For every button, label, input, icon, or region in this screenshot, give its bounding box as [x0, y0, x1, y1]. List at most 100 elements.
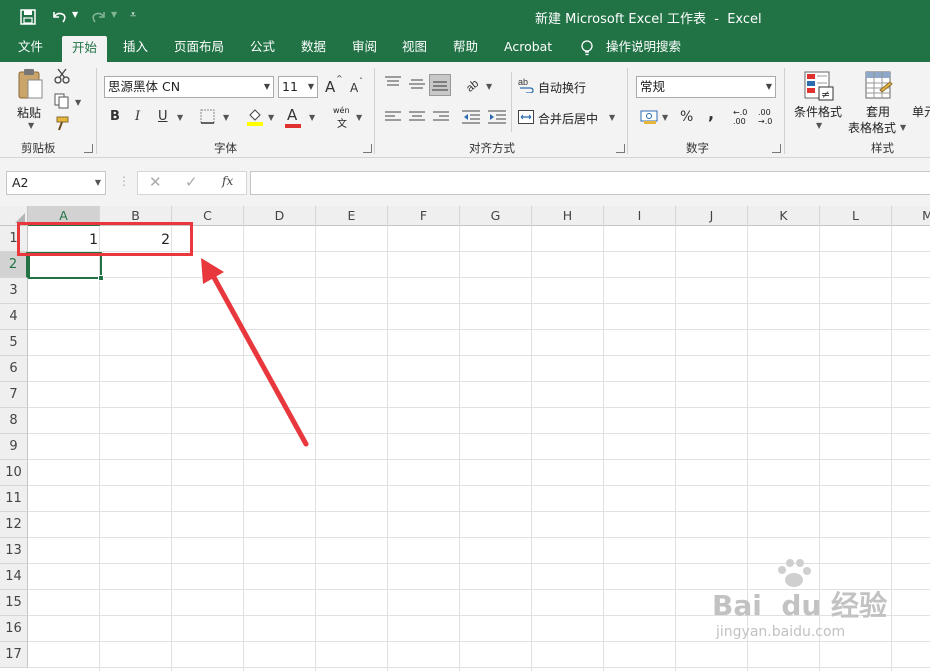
format-as-table-top[interactable]: 套用	[866, 103, 890, 120]
number-launcher-icon[interactable]	[772, 144, 781, 153]
align-center-icon[interactable]	[409, 111, 425, 123]
redo-icon[interactable]	[90, 9, 108, 25]
conditional-formatting-button[interactable]: 条件格式	[794, 103, 842, 120]
svg-text:ab: ab	[518, 77, 528, 87]
ribbon: 粘贴 ▼ ▼ 剪贴板 思源黑体 CN ▼ 11 ▼ A ^ A ˇ B I U …	[0, 62, 930, 158]
phonetic-dropdown-icon[interactable]: ▼	[356, 113, 362, 122]
paste-label[interactable]: 粘贴	[17, 104, 41, 121]
watermark-url: jingyan.baidu.com	[716, 624, 846, 640]
font-size-select[interactable]: 11 ▼	[278, 76, 318, 98]
format-as-table-dropdown-icon[interactable]: ▼	[900, 123, 906, 132]
tab-review[interactable]: 审阅	[348, 34, 381, 62]
align-left-icon[interactable]	[385, 111, 401, 123]
tell-me-search[interactable]: 操作说明搜索	[602, 34, 685, 62]
paste-icon[interactable]	[16, 68, 44, 100]
align-middle-icon[interactable]	[409, 78, 425, 90]
group-separator	[511, 72, 512, 132]
merge-dropdown-icon[interactable]: ▼	[609, 113, 615, 122]
underline-dropdown-icon[interactable]: ▼	[177, 113, 183, 122]
alignment-launcher-icon[interactable]	[616, 144, 625, 153]
undo-dropdown-icon[interactable]: ▼	[72, 10, 78, 19]
borders-icon[interactable]	[200, 109, 215, 124]
currency-dropdown-icon[interactable]: ▼	[662, 113, 668, 122]
enter-icon[interactable]: ✓	[185, 173, 198, 191]
number-group-label: 数字	[686, 141, 709, 155]
borders-dropdown-icon[interactable]: ▼	[223, 113, 229, 122]
conditional-formatting-dropdown-icon[interactable]: ▼	[816, 121, 822, 130]
underline-button[interactable]: U	[158, 109, 168, 124]
worksheet-grid[interactable]: ABCDEFGHIJKLM 1 2 3 4 5 6 7 8 9 10 11 12 13 14 15 16 17 …	[0, 206, 930, 671]
decrease-decimal-top: .00	[758, 108, 771, 117]
orientation-dropdown-icon[interactable]: ▼	[486, 82, 492, 91]
caret-down-icon: ˇ	[359, 77, 363, 86]
font-name-select[interactable]: 思源黑体 CN ▼	[104, 76, 274, 98]
font-size-value: 11	[282, 79, 298, 94]
font-group-label: 字体	[214, 141, 237, 155]
clipboard-launcher-icon[interactable]	[84, 144, 93, 153]
phonetic-guide-top[interactable]: wén	[333, 106, 350, 115]
decrease-indent-icon[interactable]	[462, 110, 480, 124]
wrap-text-button[interactable]: 自动换行	[538, 79, 586, 96]
align-top-icon[interactable]	[385, 76, 401, 88]
font-color-dropdown-icon[interactable]: ▼	[309, 113, 315, 122]
number-format-select[interactable]: 常规 ▼	[636, 76, 776, 98]
ribbon-tabs: 文件 开始 插入 页面布局 公式 数据 审阅 视图 帮助 Acrobat 操作说…	[0, 34, 930, 62]
fill-color-icon[interactable]	[246, 107, 264, 127]
format-as-table-button[interactable]: 表格格式	[848, 119, 896, 136]
group-separator	[627, 68, 628, 154]
italic-button[interactable]: I	[135, 109, 140, 124]
tab-view[interactable]: 视图	[398, 34, 431, 62]
insert-function-icon[interactable]: fx	[222, 174, 233, 188]
font-color-swatch	[285, 124, 301, 128]
watermark-brand: Bai du 经验	[712, 589, 888, 622]
paste-dropdown-icon[interactable]: ▼	[28, 121, 34, 130]
currency-format-icon[interactable]	[640, 109, 658, 125]
font-color-icon[interactable]: A	[287, 106, 297, 124]
tab-acrobat[interactable]: Acrobat	[500, 34, 556, 62]
align-right-icon[interactable]	[433, 111, 449, 123]
redo-dropdown-icon[interactable]: ▼	[111, 10, 117, 19]
decrease-font-size-icon[interactable]: A	[350, 81, 358, 95]
number-format-value: 常规	[640, 79, 666, 94]
merge-center-button[interactable]: 合并后居中	[538, 110, 598, 127]
comma-style-button[interactable]: ,	[708, 104, 714, 123]
fill-color-dropdown-icon[interactable]: ▼	[268, 113, 274, 122]
formula-input[interactable]	[250, 171, 930, 195]
customize-toolbar-icon[interactable]: ⩡	[130, 8, 136, 22]
name-box[interactable]: A2 ▼	[6, 171, 106, 195]
increase-decimal-top: ←.0	[733, 108, 748, 117]
increase-decimal-button[interactable]: ←.0 .00	[733, 108, 747, 126]
percent-style-button[interactable]: %	[680, 109, 693, 125]
cancel-icon[interactable]: ✕	[149, 173, 162, 191]
phonetic-guide-icon[interactable]: 文	[337, 115, 347, 130]
tab-file[interactable]: 文件	[14, 34, 47, 62]
format-painter-icon[interactable]	[54, 116, 70, 132]
tab-formulas[interactable]: 公式	[246, 34, 279, 62]
bold-button[interactable]: B	[110, 109, 120, 124]
tab-data[interactable]: 数据	[297, 34, 330, 62]
alignment-group-label: 对齐方式	[469, 141, 515, 155]
merge-center-icon[interactable]	[518, 110, 534, 124]
tab-home[interactable]: 开始	[62, 36, 108, 62]
conditional-formatting-icon[interactable]: ≠	[803, 70, 835, 102]
format-as-table-icon[interactable]	[864, 70, 894, 102]
save-icon[interactable]	[20, 9, 36, 25]
copy-icon[interactable]	[54, 93, 70, 109]
wrap-text-icon[interactable]: ab	[518, 77, 534, 93]
cut-icon[interactable]	[54, 68, 70, 84]
chevron-down-icon[interactable]: ▼	[95, 172, 101, 194]
orientation-icon[interactable]: ab	[464, 76, 482, 92]
group-separator	[374, 68, 375, 154]
tab-help[interactable]: 帮助	[449, 34, 482, 62]
increase-indent-icon[interactable]	[488, 110, 506, 124]
align-bottom-button[interactable]	[429, 74, 451, 96]
tab-page-layout[interactable]: 页面布局	[170, 34, 228, 62]
increase-font-size-icon[interactable]: A	[325, 78, 335, 96]
font-launcher-icon[interactable]	[363, 144, 372, 153]
tab-insert[interactable]: 插入	[119, 34, 152, 62]
clipboard-group-label: 剪贴板	[21, 141, 56, 155]
copy-dropdown-icon[interactable]: ▼	[75, 98, 81, 107]
undo-icon[interactable]	[50, 9, 68, 25]
decrease-decimal-button[interactable]: .00 →.0	[758, 108, 772, 126]
cell-styles-button[interactable]: 单元	[912, 103, 930, 120]
